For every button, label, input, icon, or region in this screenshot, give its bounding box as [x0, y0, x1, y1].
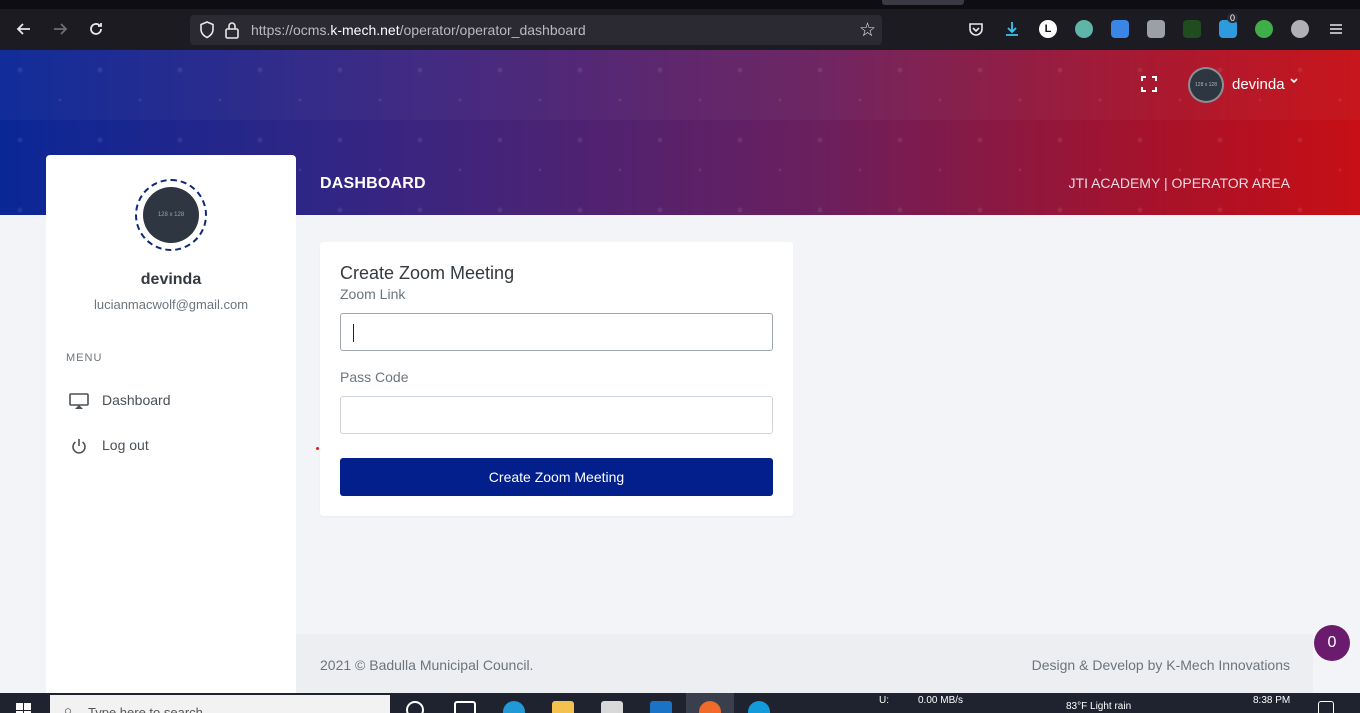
notification-center-icon[interactable]: [1318, 701, 1334, 713]
footer-copyright: 2021 © Badulla Municipal Council.: [320, 657, 534, 673]
forward-icon[interactable]: [48, 19, 72, 43]
extension-cloud-icon[interactable]: [1291, 20, 1309, 38]
user-avatar-placeholder: 128 x 128: [1195, 82, 1217, 88]
extension-badge-icon[interactable]: 0: [1219, 13, 1239, 38]
task-view-icon[interactable]: [454, 701, 476, 713]
notification-bubble[interactable]: 0: [1314, 625, 1350, 661]
tab-indicator: [882, 0, 964, 5]
sidebar-item-label: Dashboard: [102, 392, 171, 408]
url-text: https://ocms.k-mech.net/operator/operato…: [251, 22, 586, 38]
monitor-icon: [68, 391, 90, 411]
sidebar-item-logout[interactable]: Log out: [66, 433, 276, 459]
url-path: /operator/operator_dashboard: [399, 22, 586, 38]
pass-code-input[interactable]: [340, 396, 773, 434]
extension-l-icon[interactable]: L: [1039, 20, 1057, 38]
create-zoom-meeting-button[interactable]: Create Zoom Meeting: [340, 458, 773, 496]
store-icon[interactable]: [601, 701, 623, 713]
user-menu-name[interactable]: devinda: [1232, 76, 1285, 93]
skype-icon[interactable]: [748, 701, 770, 713]
taskbar-search[interactable]: ○ Type here to search: [50, 695, 390, 713]
extension-green-icon[interactable]: [1183, 20, 1201, 38]
sidebar-item-dashboard[interactable]: Dashboard: [66, 388, 276, 414]
file-explorer-icon[interactable]: [552, 701, 574, 713]
chevron-down-icon[interactable]: [1289, 76, 1299, 89]
profile-image: 128 x 128: [143, 187, 199, 243]
text-caret: [353, 324, 354, 342]
cortana-icon[interactable]: [406, 701, 424, 713]
extension-refresh-icon[interactable]: [1255, 20, 1273, 38]
fullscreen-icon[interactable]: [1141, 76, 1157, 92]
page-title: DASHBOARD: [320, 175, 426, 192]
profile-image-placeholder: 128 x 128: [157, 212, 185, 218]
footer: 2021 © Badulla Municipal Council. Design…: [296, 634, 1313, 694]
sidebar-item-label: Log out: [102, 437, 149, 453]
network-label: U:: [879, 695, 889, 706]
zoom-link-input[interactable]: [340, 313, 773, 351]
bookmark-star-icon[interactable]: ☆: [859, 19, 876, 42]
pocket-icon[interactable]: [967, 20, 985, 38]
menu-icon[interactable]: [1327, 20, 1345, 38]
clock-time[interactable]: 8:38 PM: [1253, 695, 1290, 706]
edge-icon[interactable]: [503, 701, 525, 713]
profile-avatar: 128 x 128: [135, 179, 207, 251]
pass-code-label: Pass Code: [340, 369, 409, 385]
weather-text[interactable]: 83°F Light rain: [1066, 701, 1131, 712]
cursor-dot: [316, 447, 319, 450]
mail-icon[interactable]: [650, 701, 672, 713]
network-speed: 0.00 MB/s: [918, 695, 964, 706]
extension-camera-icon[interactable]: [1147, 20, 1165, 38]
user-avatar[interactable]: 128 x 128: [1188, 67, 1224, 103]
windows-start-icon[interactable]: [16, 703, 32, 713]
sidebar: 128 x 128 devinda lucianmacwolf@gmail.co…: [46, 155, 296, 695]
extension-mountain-icon[interactable]: [1075, 20, 1093, 38]
address-bar[interactable]: https://ocms.k-mech.net/operator/operato…: [190, 15, 882, 45]
extension-book-icon[interactable]: [1111, 20, 1129, 38]
card-title: Create Zoom Meeting: [340, 263, 515, 283]
zoom-link-label: Zoom Link: [340, 286, 406, 302]
search-icon: ○: [64, 703, 72, 713]
menu-title: MENU: [66, 352, 103, 364]
url-prefix: https://ocms.: [251, 22, 331, 38]
lock-icon[interactable]: [224, 20, 240, 40]
zoom-meeting-card: Create Zoom Meeting Zoom Link Pass Code …: [320, 242, 793, 516]
power-icon: [68, 436, 90, 456]
back-icon[interactable]: [12, 19, 36, 43]
area-title: JTI ACADEMY | OPERATOR AREA: [1068, 175, 1290, 191]
browser-toolbar: https://ocms.k-mech.net/operator/operato…: [0, 0, 1360, 50]
profile-name: devinda: [140, 271, 202, 288]
windows-taskbar: ○ Type here to search U: 0.00 MB/s 83°F …: [0, 693, 1360, 713]
download-icon[interactable]: [1003, 20, 1021, 38]
reload-icon[interactable]: [84, 19, 108, 43]
url-domain: k-mech.net: [330, 22, 400, 38]
taskbar-search-placeholder: Type here to search: [88, 705, 203, 713]
footer-credit: Design & Develop by K-Mech Innovations: [1031, 657, 1290, 673]
extension-badge-count: 0: [1227, 13, 1239, 23]
profile-email: lucianmacwolf@gmail.com: [93, 297, 249, 312]
shield-icon[interactable]: [198, 20, 216, 40]
